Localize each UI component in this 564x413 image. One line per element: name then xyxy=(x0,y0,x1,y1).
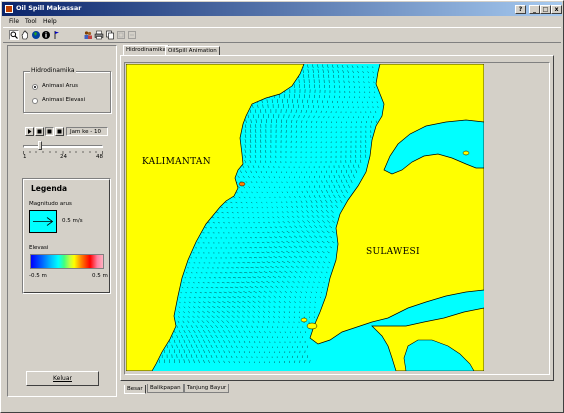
flag-icon[interactable] xyxy=(52,30,62,40)
tab-oilspill-animation[interactable]: OilSpill Animation xyxy=(165,46,220,55)
menu-bar: File Tool Help xyxy=(3,16,561,27)
people-icon[interactable] xyxy=(83,30,93,40)
tab-balikpapan[interactable]: Balikpapan xyxy=(147,384,184,393)
magnitude-label: Magnitudo arus xyxy=(29,201,72,207)
tab-oilspill-animation-label: OilSpill Animation xyxy=(168,48,217,54)
tab-besar[interactable]: Besar xyxy=(124,385,146,394)
toolbar xyxy=(3,27,561,43)
minimize-button[interactable]: _ xyxy=(529,5,540,14)
elevation-colorbar xyxy=(30,254,104,269)
slider-thumb[interactable] xyxy=(37,141,42,150)
hour-display: Jam ke - 10 xyxy=(66,127,108,136)
legend-panel: Legenda Magnitudo arus 0.5 m/s Elevasi -… xyxy=(22,178,111,294)
map-svg: KALIMANTAN SULAWESI xyxy=(126,64,484,371)
export-icon[interactable] xyxy=(116,30,126,40)
export2-icon[interactable] xyxy=(127,30,137,40)
label-sulawesi: SULAWESI xyxy=(366,247,420,257)
slider-max-label: 48 xyxy=(96,154,103,160)
label-kalimantan: KALIMANTAN xyxy=(142,157,211,167)
radio-animasi-elevasi-label[interactable]: Animasi Elevasi xyxy=(42,97,85,103)
info-icon[interactable] xyxy=(41,30,51,40)
elevation-min: -0.5 m xyxy=(29,273,47,279)
zoom-icon[interactable] xyxy=(9,30,19,40)
maximize-button[interactable]: □ xyxy=(540,5,551,14)
slider-mid-label: 24 xyxy=(60,154,67,160)
hydro-group: Hidrodinamika Animasi Arus Animasi Eleva… xyxy=(23,67,111,113)
close-button[interactable]: x xyxy=(551,5,562,14)
menu-help[interactable]: Help xyxy=(43,18,57,25)
island-2 xyxy=(300,317,308,323)
hour-slider[interactable]: 1 24 48 xyxy=(23,141,105,161)
tab-tanjung-bayur-label: Tanjung Bayur xyxy=(187,385,227,391)
elevation-max: 0.5 m xyxy=(92,273,108,279)
arrow-right-icon xyxy=(33,217,54,226)
globe-icon[interactable] xyxy=(31,30,41,40)
next-button[interactable] xyxy=(55,127,64,136)
window-title: Oil Spill Makassar xyxy=(16,4,82,12)
hydro-group-title: Hidrodinamika xyxy=(30,67,76,74)
control-panel: Hidrodinamika Animasi Arus Animasi Eleva… xyxy=(7,45,117,397)
exit-button[interactable]: Keluar xyxy=(26,371,99,386)
exit-button-label: Keluar xyxy=(53,375,72,382)
prev-button[interactable] xyxy=(35,127,44,136)
tab-hidrodinamika-label: Hidrodinamika xyxy=(126,47,166,53)
tab-balikpapan-label: Balikpapan xyxy=(150,385,181,391)
help-button[interactable]: ? xyxy=(515,5,526,14)
printer-icon[interactable] xyxy=(94,30,104,40)
hour-display-text: Jam ke - 10 xyxy=(70,129,101,135)
magnitude-value: 0.5 m/s xyxy=(62,218,83,224)
stop-button[interactable] xyxy=(45,127,54,136)
island-1 xyxy=(306,322,318,330)
play-button[interactable] xyxy=(25,127,34,136)
slider-track xyxy=(23,145,103,148)
title-bar: Oil Spill Makassar ? _ □ x xyxy=(2,2,562,16)
radio-animasi-arus[interactable] xyxy=(32,84,38,90)
radio-animasi-arus-label[interactable]: Animasi Arus xyxy=(42,83,78,89)
map-canvas[interactable]: KALIMANTAN SULAWESI xyxy=(126,64,484,371)
tab-tanjung-bayur[interactable]: Tanjung Bayur xyxy=(184,384,230,393)
magnitude-sample xyxy=(29,210,57,233)
elevation-label: Elevasi xyxy=(29,245,49,251)
menu-file[interactable]: File xyxy=(9,18,19,25)
tab-besar-label: Besar xyxy=(127,386,143,392)
copy-icon[interactable] xyxy=(105,30,115,40)
playback-controls: Jam ke - 10 xyxy=(25,127,111,137)
app-icon xyxy=(5,5,13,13)
tab-hidrodinamika[interactable]: Hidrodinamika xyxy=(123,45,169,55)
island-3 xyxy=(462,150,470,156)
app-window: Oil Spill Makassar ? _ □ x File Tool Hel… xyxy=(0,0,564,413)
legend-title: Legenda xyxy=(31,184,68,193)
pan-hand-icon[interactable] xyxy=(20,30,30,40)
radio-animasi-elevasi[interactable] xyxy=(32,98,38,104)
delta-marker xyxy=(238,181,246,187)
slider-min-label: 1 xyxy=(23,154,27,160)
menu-tool[interactable]: Tool xyxy=(25,18,37,25)
